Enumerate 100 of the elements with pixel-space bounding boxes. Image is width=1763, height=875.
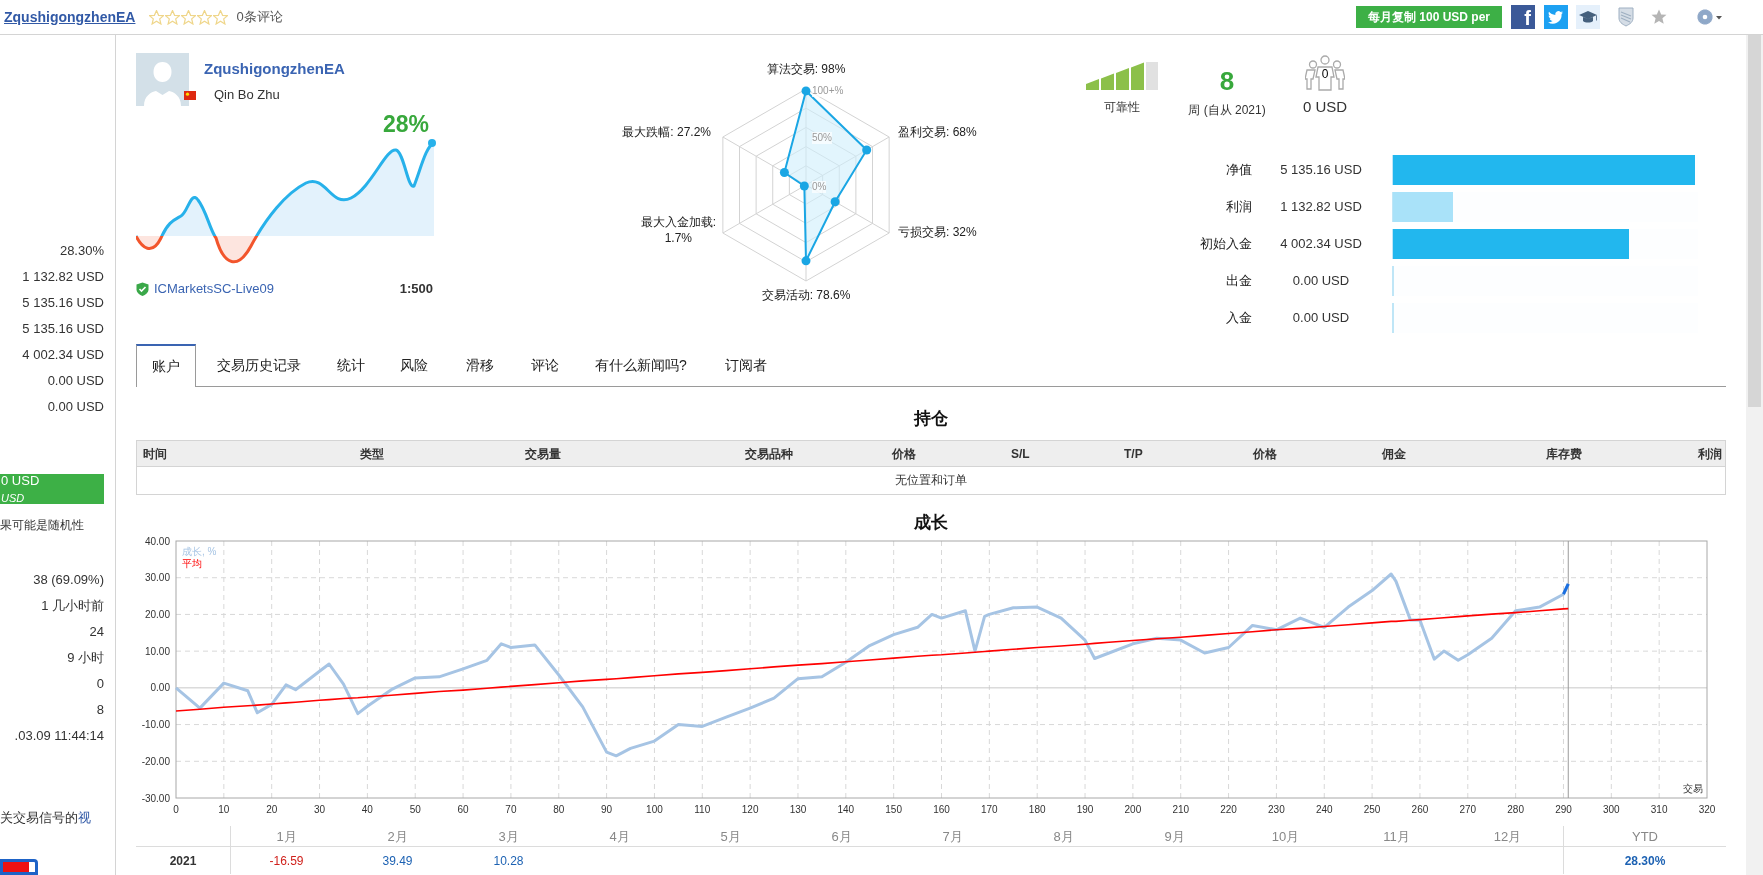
axis-tick-label: 0	[173, 804, 179, 815]
column-header: 价格	[892, 445, 917, 463]
axis-tick-label: 170	[981, 804, 998, 815]
month-header: 10月	[1270, 827, 1301, 846]
ring-label: 0%	[812, 181, 827, 193]
scrollbar[interactable]	[1746, 35, 1763, 875]
column-header: 佣金	[1382, 445, 1407, 463]
balance-label: 出金	[1225, 271, 1252, 290]
tab[interactable]: 有什么新闻吗?	[578, 344, 704, 386]
signal-link[interactable]: 视	[78, 809, 91, 825]
axis-tick-label: 30	[313, 804, 326, 815]
stat-value: 1 几小时前	[41, 596, 104, 615]
radar-label: 交易活动: 78.6%	[760, 287, 852, 303]
axis-tick-label: 180	[1028, 804, 1046, 815]
empty-table-message: 无位置和订单	[894, 472, 968, 489]
profile-title-link[interactable]: ZqushigongzhenEA	[4, 6, 136, 28]
stat-value: 5 135.16 USD	[22, 320, 104, 338]
tab[interactable]: 订阅者	[704, 344, 788, 386]
logo-icon	[0, 859, 38, 875]
balance-label: 净值	[1225, 160, 1252, 179]
radar-label: 算法交易: 98%	[765, 61, 847, 77]
profile-name-link[interactable]: ZqushigongzhenEA	[204, 59, 345, 79]
month-header: 8月	[1052, 827, 1075, 846]
shield-icon[interactable]	[1618, 7, 1634, 27]
axis-tick-label: 70	[505, 804, 517, 815]
axis-tick-label: 250	[1363, 804, 1381, 815]
weeks-label: 周 (自从 2021)	[1188, 102, 1266, 119]
tab[interactable]: 滑移	[448, 344, 512, 386]
tab[interactable]: 评论	[512, 344, 578, 386]
axis-tick-label: 220	[1220, 804, 1237, 815]
axis-tick-label: 40	[361, 804, 373, 815]
twitter-icon[interactable]	[1544, 5, 1568, 29]
facebook-icon[interactable]: f	[1511, 5, 1535, 29]
radar-value: 1.7%	[663, 230, 693, 246]
legend-label: 平均	[182, 558, 202, 569]
column-header: YTD	[1563, 826, 1726, 847]
subscriber-count: 0	[1321, 68, 1329, 80]
weeks-count: 8	[1219, 65, 1235, 97]
month-header: 5月	[719, 827, 742, 846]
column-header: 类型	[360, 445, 385, 463]
axis-tick-label: 20.00	[144, 608, 170, 620]
settings-icon[interactable]	[1697, 9, 1723, 25]
column-header: 时间	[142, 445, 168, 463]
stat-value: 0	[96, 674, 104, 693]
balance-value: 0.00 USD	[1291, 308, 1351, 327]
balance-value: 4 002.34 USD	[1279, 234, 1363, 253]
month-value: 39.49	[381, 852, 414, 870]
column-header: T/P	[1124, 445, 1144, 463]
axis-tick-label: 290	[1555, 804, 1572, 815]
graduation-cap-icon[interactable]	[1576, 5, 1600, 29]
radar-label: 亏损交易: 32%	[898, 224, 977, 240]
tab[interactable]: 风险	[380, 344, 448, 386]
axis-tick-label: 20	[266, 804, 278, 815]
axis-tick-label: 30.00	[144, 572, 170, 584]
balance-label: 入金	[1225, 308, 1252, 327]
axis-tick-label: 80	[553, 804, 565, 815]
copy-amount: 0 USD	[1, 474, 40, 490]
month-header: 12月	[1492, 827, 1523, 846]
axis-tick-label: -20.00	[141, 755, 170, 767]
review-count[interactable]: 0条评论	[236, 7, 283, 27]
balance-value: 1 132.82 USD	[1279, 197, 1363, 216]
latest-change-mark	[1562, 583, 1570, 595]
stat-value: 24	[89, 622, 104, 641]
tab[interactable]: 统计	[322, 344, 380, 386]
risk-note: 果可能是随机性	[0, 516, 84, 534]
subscriber-amount: 0 USD	[1302, 97, 1348, 117]
balance-label: 利润	[1225, 197, 1252, 216]
month-header: 3月	[497, 827, 520, 846]
axis-tick-label: 230	[1268, 804, 1285, 815]
tab[interactable]: 交易历史记录	[196, 344, 322, 386]
radar-label: 最大入金加载:	[640, 214, 716, 230]
axis-tick-label: 240	[1315, 804, 1333, 815]
axis-tick-label: 110	[694, 804, 711, 815]
balance-label: 初始入金	[1199, 234, 1252, 253]
star-icon	[197, 9, 213, 25]
axis-tick-label: 210	[1172, 804, 1190, 815]
server-link[interactable]: ICMarketsSC-Live09	[154, 279, 274, 299]
axis-tick-label: 100	[646, 804, 663, 815]
axis-tick-label: 40.00	[144, 535, 170, 547]
signal-text: 关交易信号的	[0, 809, 78, 825]
star-icon	[149, 9, 165, 25]
column-header: 交易量	[525, 445, 562, 463]
axis-tick-label: 140	[837, 804, 855, 815]
axis-tick-label: 260	[1411, 804, 1429, 815]
axis-tick-label: 130	[789, 804, 807, 815]
month-value: 10.28	[492, 852, 525, 870]
axis-tick-label: 320	[1698, 804, 1716, 815]
stat-value: 4 002.34 USD	[22, 346, 104, 364]
tab[interactable]: 账户	[136, 344, 196, 387]
sparkline-end-point	[428, 139, 436, 147]
stat-value: 0.00 USD	[47, 398, 104, 416]
stat-value: 28.30%	[59, 242, 104, 260]
balance-value: 0.00 USD	[1291, 271, 1351, 290]
month-header: 7月	[941, 827, 964, 846]
flag-icon	[184, 91, 196, 100]
star-icon	[181, 9, 197, 25]
axis-tick-label: 280	[1507, 804, 1524, 815]
favorite-star-icon[interactable]	[1651, 9, 1667, 25]
stat-value: 9 小时	[67, 648, 104, 667]
axis-tick-label: 300	[1602, 804, 1620, 815]
